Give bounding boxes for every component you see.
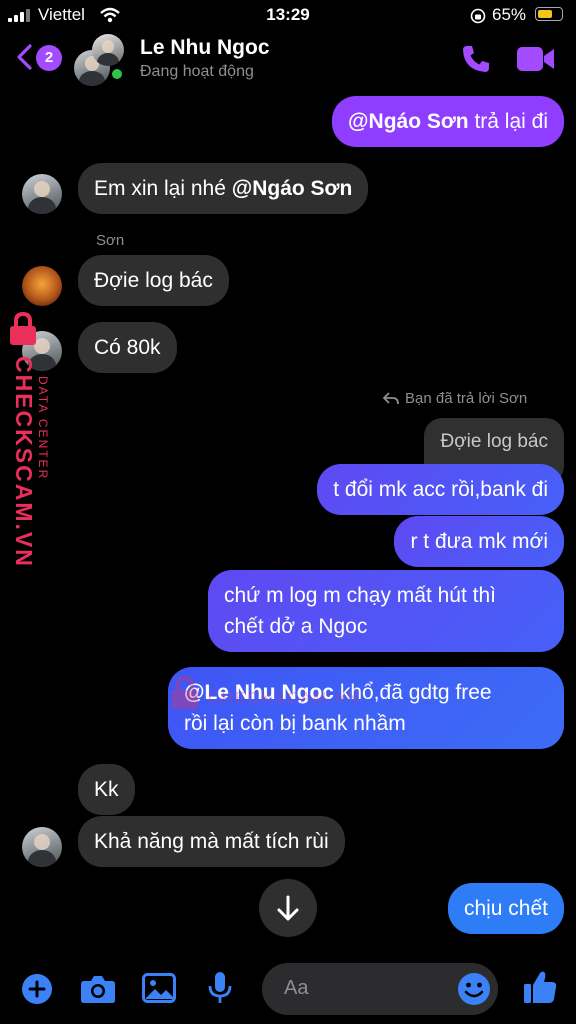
- clock: 13:29: [266, 5, 310, 24]
- battery-icon: [535, 7, 563, 21]
- reply-arrow-icon: [383, 392, 399, 405]
- plus-icon[interactable]: [21, 973, 53, 1005]
- emoji-icon[interactable]: [457, 972, 491, 1006]
- message-incoming[interactable]: Em xin lại nhé @Ngáo Sơn: [78, 163, 369, 214]
- sender-avatar-tiger[interactable]: [22, 266, 62, 306]
- message-outgoing[interactable]: t đổi mk acc rồi,bank đi: [317, 464, 564, 515]
- message-text: Có 80k: [94, 336, 161, 359]
- message-outgoing[interactable]: chứ m log m chạy mất hút thì chết dở a N…: [208, 570, 564, 652]
- unread-badge[interactable]: 2: [36, 45, 62, 71]
- watermark: CHECKSCAM.VN DATA CENTER: [2, 312, 76, 568]
- watermark-brand: CHECKSCAM.VN: [208, 690, 361, 707]
- online-indicator: [110, 67, 124, 81]
- mention[interactable]: @Ngáo Sơn: [348, 110, 469, 133]
- message-text: Khả năng mà mất tích rùi: [94, 830, 329, 853]
- contact-name[interactable]: Le Nhu Ngoc: [140, 36, 270, 60]
- watermark-brand: CHECKSCAM.VN: [11, 356, 37, 568]
- scroll-to-bottom-button[interactable]: [259, 879, 317, 937]
- message-outgoing[interactable]: chịu chết: [447, 883, 564, 934]
- sender-name: Sơn: [96, 232, 125, 249]
- message-text: Em xin lại nhé: [94, 177, 232, 200]
- message-text: Đợie log bác: [94, 269, 213, 292]
- phone-call-icon[interactable]: [460, 43, 492, 75]
- message-text: r t đưa mk mới: [410, 530, 548, 553]
- message-outgoing[interactable]: r t đưa mk mới: [394, 516, 564, 567]
- lock-icon: [172, 676, 198, 709]
- battery-percent: 65%: [492, 5, 527, 24]
- contact-avatar-secondary: [92, 34, 124, 66]
- message-input-placeholder: Aa: [284, 977, 309, 999]
- message-text: trả lại đi: [468, 110, 548, 133]
- message-text-line: chứ m log m chạy mất hút thì: [224, 584, 496, 607]
- camera-icon[interactable]: [80, 974, 116, 1004]
- sender-avatar[interactable]: [22, 174, 62, 214]
- lock-icon: [10, 312, 36, 345]
- message-incoming[interactable]: Đợie log bác: [78, 255, 229, 306]
- message-text: Kk: [94, 778, 119, 801]
- message-incoming[interactable]: Khả năng mà mất tích rùi: [78, 816, 345, 867]
- mention[interactable]: @Ngáo Sơn: [232, 177, 353, 200]
- quoted-text: Đợie log bác: [440, 431, 548, 452]
- message-text: chịu chết: [463, 897, 548, 920]
- message-incoming[interactable]: Có 80k: [78, 322, 177, 373]
- reply-note: Bạn đã trả lời Sơn: [405, 390, 528, 407]
- thumbs-up-icon[interactable]: [522, 969, 558, 1005]
- watermark-sub: DATA CENTER: [36, 376, 50, 481]
- photo-gallery-icon[interactable]: [142, 973, 176, 1003]
- back-chevron-icon[interactable]: [14, 44, 34, 70]
- status-bar: Viettel 13:29 65%: [0, 0, 576, 30]
- video-call-icon[interactable]: [516, 45, 556, 73]
- message-incoming[interactable]: Kk: [78, 764, 135, 815]
- message-text-line: chết dở a Ngoc: [224, 615, 368, 638]
- message-outgoing[interactable]: @Ngáo Sơn trả lại đi: [332, 96, 564, 147]
- contact-status: Đang hoạt động: [140, 63, 254, 80]
- arrow-down-icon: [277, 895, 299, 921]
- orientation-lock-icon: [470, 8, 486, 24]
- sender-avatar[interactable]: [22, 827, 62, 867]
- microphone-icon[interactable]: [206, 971, 234, 1005]
- message-text: t đổi mk acc rồi,bank đi: [333, 478, 548, 501]
- center-watermark: CHECKSCAM.VN: [170, 668, 360, 728]
